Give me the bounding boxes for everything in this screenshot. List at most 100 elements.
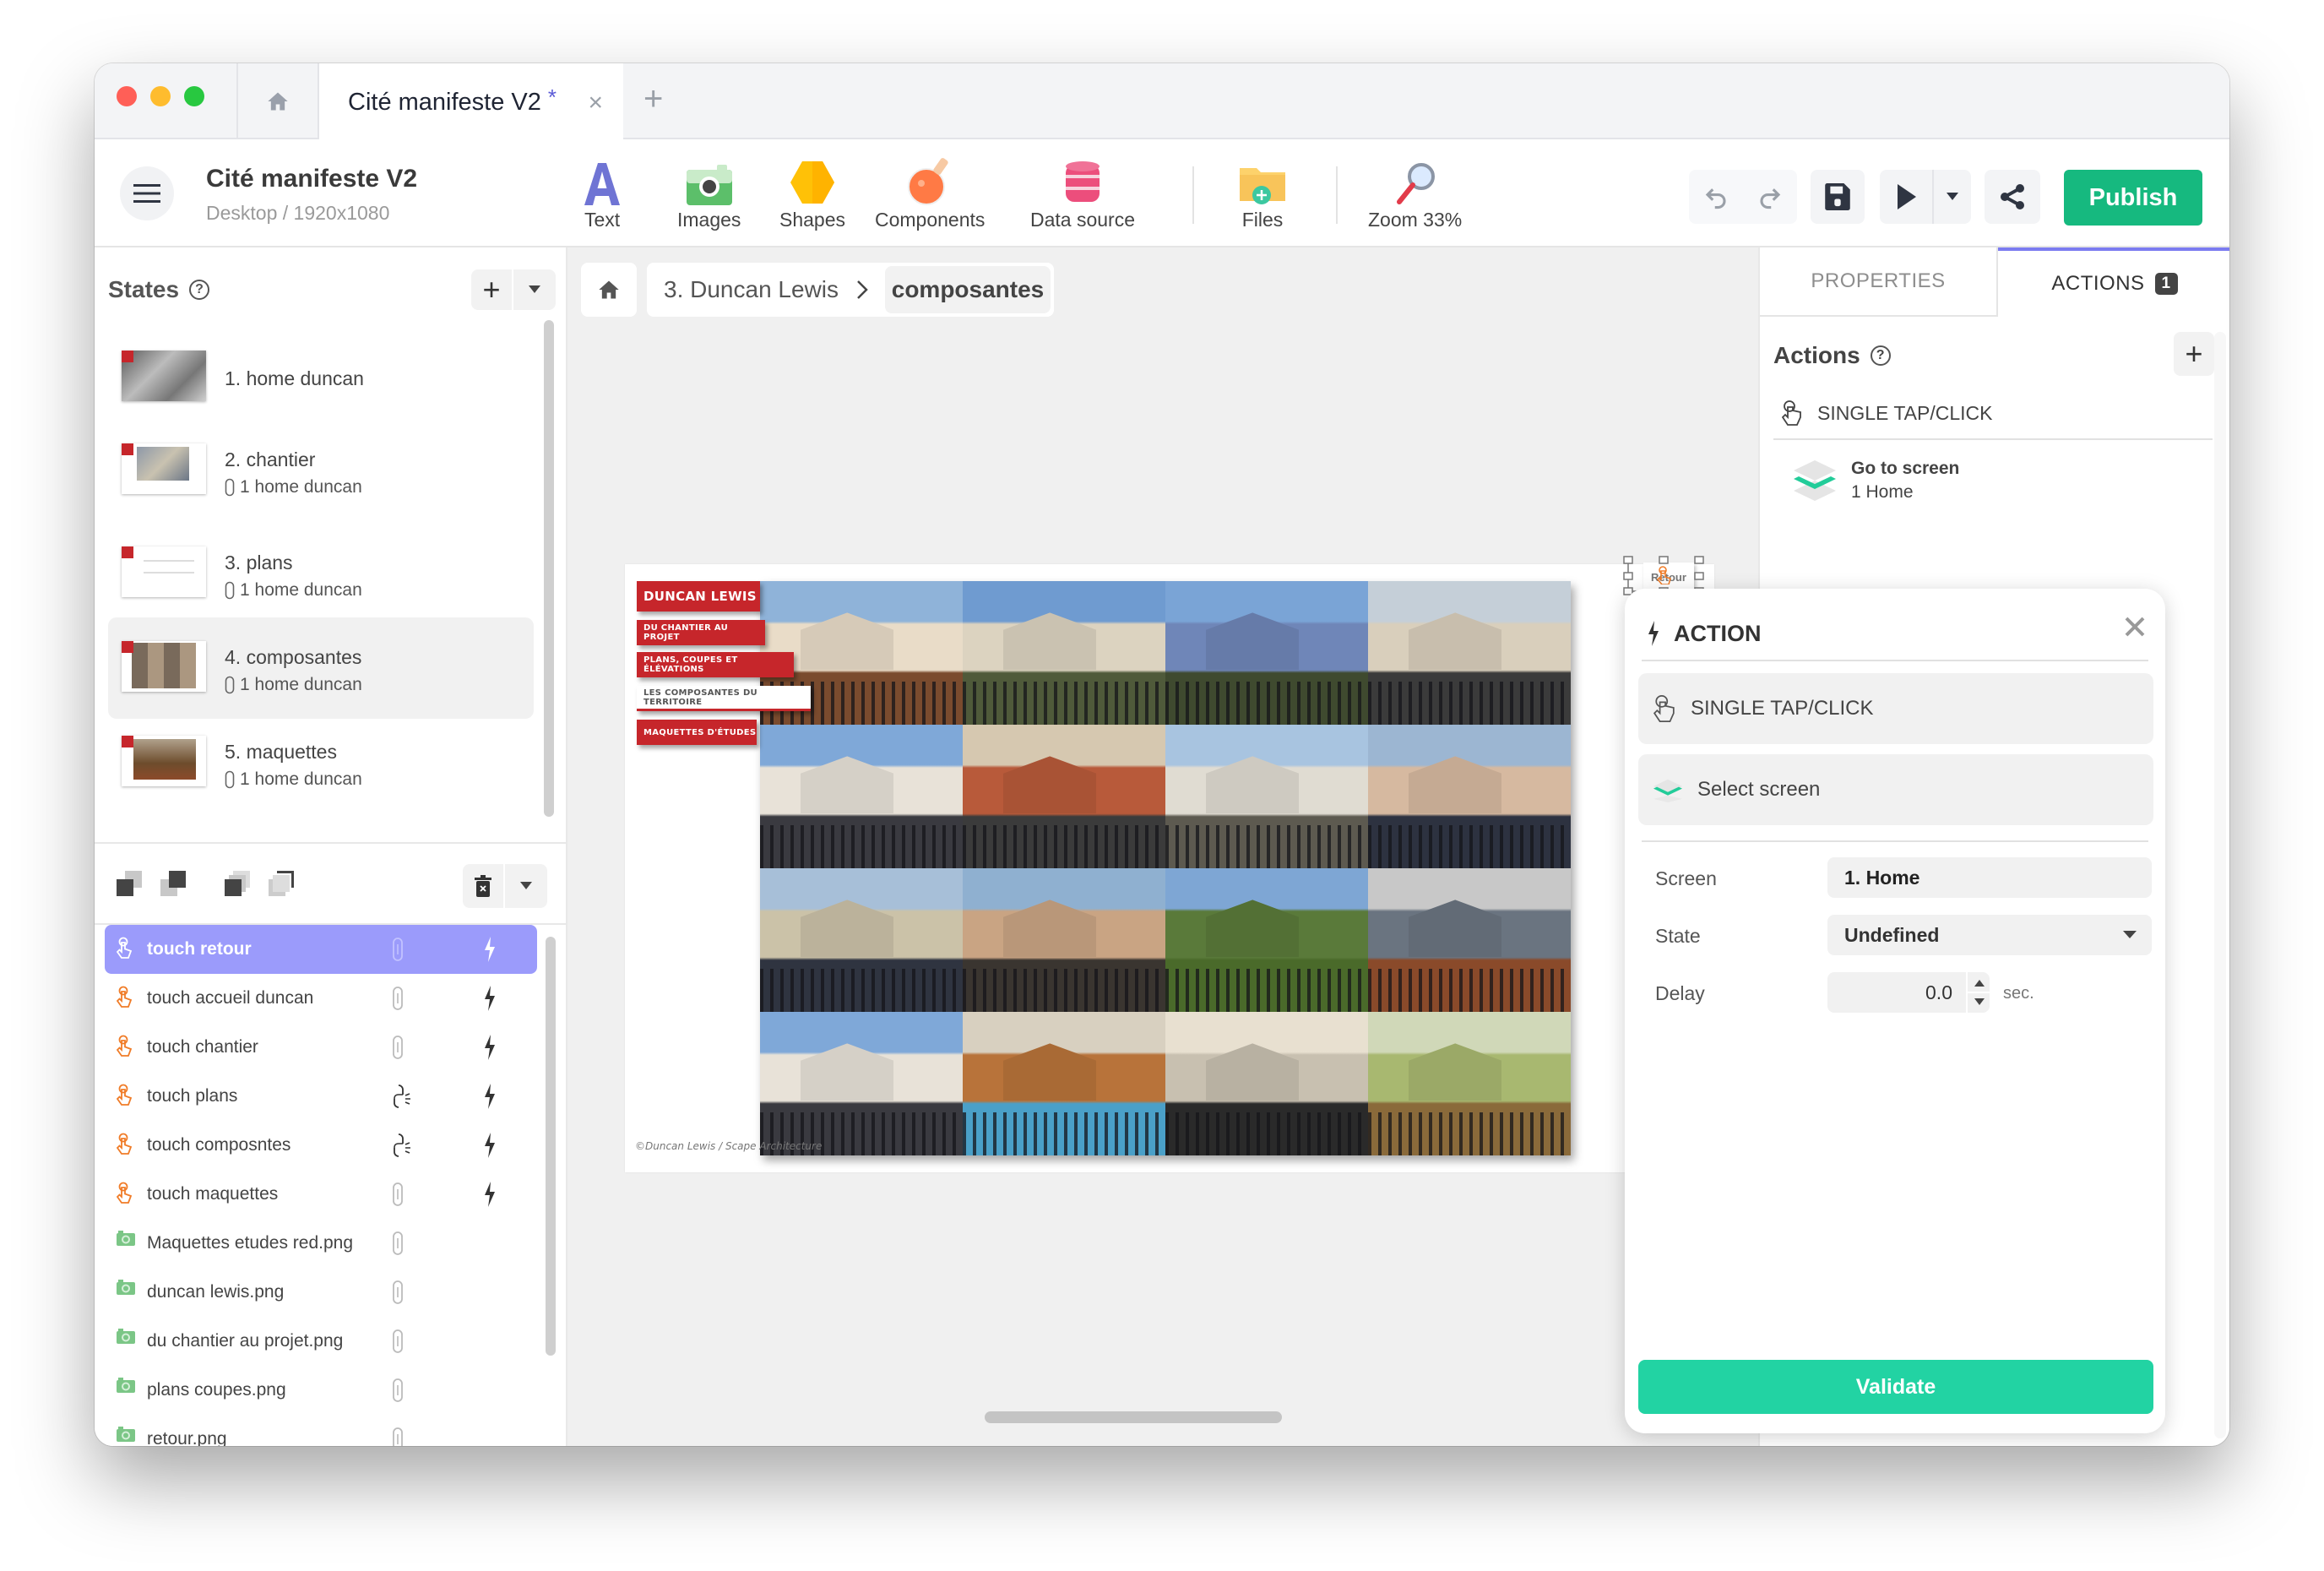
layer-item[interactable]: touch plans	[105, 1072, 537, 1121]
help-icon[interactable]: ?	[189, 280, 210, 300]
layer-link-toggle[interactable]	[392, 1035, 404, 1065]
text-tool[interactable]: Text	[584, 158, 620, 231]
state-item[interactable]: 5. maquettes 1 home duncan	[108, 717, 534, 818]
artboard-menu-button[interactable]: DUNCAN LEWIS	[637, 581, 760, 612]
lightning-icon[interactable]	[483, 937, 497, 962]
layer-link-toggle[interactable]	[392, 937, 404, 967]
link-icon[interactable]	[392, 1280, 404, 1305]
undo-button[interactable]	[1689, 184, 1743, 209]
action-selector[interactable]: Select screen	[1638, 754, 2153, 825]
preview-options-button[interactable]	[1934, 193, 1971, 201]
state-item[interactable]: 2. chantier 1 home duncan	[108, 425, 534, 526]
layer-action-indicator[interactable]	[483, 1084, 497, 1114]
publish-button[interactable]: Publish	[2064, 170, 2202, 226]
layer-item[interactable]: du chantier au projet.png	[105, 1317, 537, 1366]
link-icon[interactable]	[392, 1427, 404, 1446]
lightning-icon[interactable]	[483, 986, 497, 1011]
new-tab-button[interactable]: +	[643, 80, 663, 118]
layer-options-button[interactable]	[505, 864, 547, 908]
link-icon[interactable]	[392, 1035, 404, 1060]
zoom-window-button[interactable]	[184, 86, 204, 106]
lightning-icon[interactable]	[483, 1182, 497, 1207]
validate-button[interactable]: Validate	[1638, 1360, 2153, 1414]
right-panel-scrollbar[interactable]	[2214, 332, 2226, 1438]
state-item[interactable]: 3. plans 1 home duncan	[108, 528, 534, 629]
delay-input[interactable]: 0.0	[1827, 972, 1991, 1013]
layer-action-indicator[interactable]	[483, 1035, 497, 1065]
minimize-window-button[interactable]	[150, 86, 171, 106]
link-icon[interactable]	[392, 1378, 404, 1403]
layer-item[interactable]: touch accueil duncan	[105, 974, 537, 1023]
lightning-icon[interactable]	[483, 1133, 497, 1158]
layer-item[interactable]: retour.png	[105, 1415, 537, 1446]
help-icon[interactable]: ?	[1870, 345, 1891, 366]
lightning-icon[interactable]	[483, 1035, 497, 1060]
state-item[interactable]: 1. home duncan	[108, 332, 534, 433]
layer-link-toggle[interactable]	[392, 1133, 412, 1163]
layer-item[interactable]: duncan lewis.png	[105, 1268, 537, 1317]
artboard-menu-button[interactable]: LES COMPOSANTES DU TERRITOIRE	[637, 686, 811, 711]
breadcrumb-item-state[interactable]: composantes	[885, 266, 1051, 313]
save-button[interactable]	[1811, 170, 1865, 224]
send-to-back-icon[interactable]	[269, 871, 294, 896]
close-window-button[interactable]	[117, 86, 137, 106]
tab-close-button[interactable]: ×	[588, 89, 603, 117]
layer-action-indicator[interactable]	[483, 937, 497, 967]
layer-link-toggle[interactable]	[392, 1280, 404, 1310]
layer-link-toggle[interactable]	[392, 1182, 404, 1212]
layer-link-toggle[interactable]	[392, 1427, 404, 1446]
bring-forward-icon[interactable]	[117, 871, 142, 896]
artboard-menu-button[interactable]: PLANS, COUPES ET ÉLÉVATIONS	[637, 652, 794, 677]
add-state-button[interactable]: +	[471, 269, 513, 310]
layer-link-toggle[interactable]	[392, 1329, 404, 1359]
link-icon[interactable]	[392, 1231, 404, 1256]
trigger-row[interactable]: SINGLE TAP/CLICK	[1773, 388, 2213, 440]
state-select[interactable]: Undefined	[1827, 915, 2152, 955]
layer-item[interactable]: touch composntes	[105, 1121, 537, 1170]
layer-link-toggle[interactable]	[392, 1231, 404, 1261]
state-item-selected[interactable]: 4. composantes 1 home duncan	[108, 617, 534, 719]
data-source-tool[interactable]: Data source	[1030, 158, 1135, 231]
layer-item[interactable]: touch chantier	[105, 1023, 537, 1072]
layer-action-indicator[interactable]	[483, 986, 497, 1016]
close-popup-button[interactable]	[2125, 609, 2145, 644]
share-button[interactable]	[1985, 170, 2040, 224]
layers-scrollbar[interactable]	[546, 937, 556, 1356]
artboard-menu-button[interactable]: MAQUETTES D'ÉTUDES	[637, 720, 757, 745]
link-icon[interactable]	[392, 986, 404, 1011]
bring-to-front-icon[interactable]	[225, 871, 250, 896]
action-item-go-to-screen[interactable]: Go to screen 1 Home	[1794, 459, 1959, 503]
send-backward-icon[interactable]	[160, 871, 186, 896]
preview-button[interactable]	[1880, 170, 1934, 224]
tab-project[interactable]: Cité manifeste V2 * ×	[319, 63, 623, 141]
layer-item[interactable]: Maquettes etudes red.png	[105, 1219, 537, 1268]
layer-item-selected[interactable]: touch retour	[105, 925, 537, 974]
layer-link-toggle[interactable]	[392, 1084, 412, 1114]
tab-home[interactable]	[236, 63, 319, 139]
artboard[interactable]: DUNCAN LEWIS DU CHANTIER AU PROJET PLANS, …	[625, 564, 1714, 1172]
layer-link-toggle[interactable]	[392, 986, 404, 1016]
images-tool[interactable]: Images	[677, 158, 741, 231]
trigger-selector[interactable]: SINGLE TAP/CLICK	[1638, 673, 2153, 744]
states-scrollbar[interactable]	[544, 320, 554, 817]
delete-layer-button[interactable]	[463, 864, 505, 908]
tab-properties[interactable]: PROPERTIES	[1760, 247, 1998, 317]
link-icon[interactable]	[392, 937, 404, 962]
artboard-menu-button[interactable]: DU CHANTIER AU PROJET	[637, 620, 765, 645]
decrement-icon[interactable]	[1974, 998, 1985, 1005]
files-tool[interactable]: Files	[1240, 158, 1285, 231]
state-options-button[interactable]	[513, 269, 556, 310]
breadcrumb-item-screen[interactable]: 3. Duncan Lewis	[664, 276, 839, 303]
canvas-area[interactable]: 3. Duncan Lewis composantes DUNCAN LEWIS…	[567, 247, 1758, 1446]
canvas-horizontal-scrollbar[interactable]	[985, 1411, 1282, 1423]
delay-stepper[interactable]	[1966, 972, 1991, 1013]
components-tool[interactable]: Components	[875, 158, 985, 231]
layer-item[interactable]: touch maquettes	[105, 1170, 537, 1219]
redo-button[interactable]	[1743, 184, 1797, 209]
broken-link-icon[interactable]	[392, 1084, 412, 1109]
link-icon[interactable]	[392, 1329, 404, 1354]
lightning-icon[interactable]	[483, 1084, 497, 1109]
breadcrumb-home-button[interactable]	[581, 263, 637, 317]
menu-button[interactable]	[120, 166, 174, 220]
layer-action-indicator[interactable]	[483, 1182, 497, 1212]
